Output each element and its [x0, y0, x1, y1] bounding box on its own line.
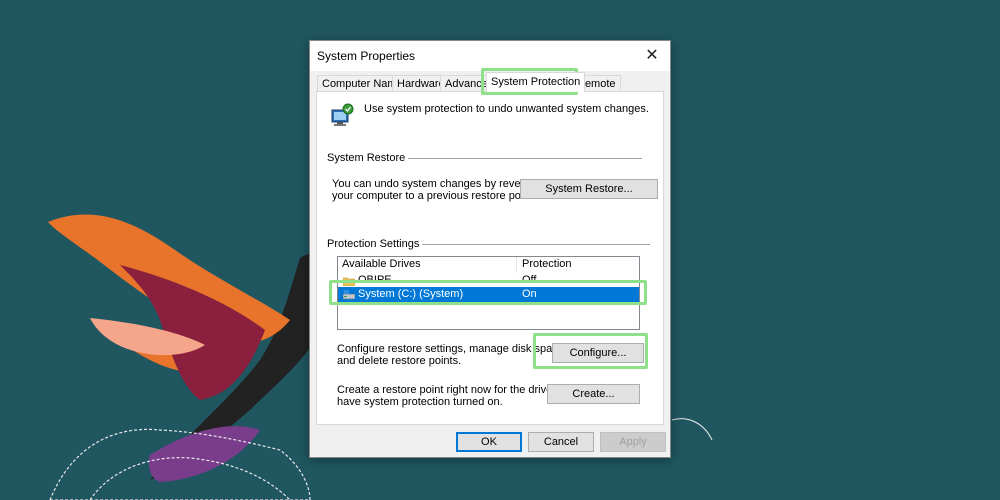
protection-settings-divider — [412, 244, 650, 245]
configure-desc-line2: and delete restore points. — [337, 355, 462, 367]
create-desc-line1: Create a restore point right now for the… — [337, 384, 580, 396]
drive-name: OBIPE — [358, 274, 392, 286]
drive-name: System (C:) (System) — [358, 288, 464, 300]
create-desc-line2: have system protection turned on. — [337, 396, 503, 408]
system-properties-dialog: System Properties ✕ Computer Name Hardwa… — [309, 40, 671, 458]
drive-row-obipe[interactable]: OBIPE Off — [338, 273, 639, 288]
configure-button[interactable]: Configure... — [552, 343, 644, 363]
column-protection[interactable]: Protection — [522, 258, 572, 270]
system-drive-icon — [343, 290, 355, 300]
configure-desc-line1: Configure restore settings, manage disk … — [337, 343, 567, 355]
drive-row-system-c[interactable]: System (C:) (System) On — [338, 287, 639, 302]
system-restore-desc-line1: You can undo system changes by reverting — [332, 178, 542, 190]
cancel-button[interactable]: Cancel — [528, 432, 594, 452]
intro-text: Use system protection to undo unwanted s… — [364, 103, 649, 115]
drive-protection: Off — [522, 274, 537, 286]
tab-label: Hardware — [397, 78, 445, 90]
system-protection-panel: Use system protection to undo unwanted s… — [316, 91, 664, 425]
title-bar[interactable]: System Properties ✕ — [310, 41, 670, 71]
window-title: System Properties — [317, 49, 416, 63]
system-protection-icon — [331, 103, 354, 126]
system-restore-button[interactable]: System Restore... — [520, 179, 658, 199]
protection-settings-group-title: Protection Settings — [327, 238, 423, 250]
tab-system-protection[interactable]: System Protection — [486, 72, 586, 92]
drives-list-header: Available Drives Protection — [338, 257, 639, 273]
column-available-drives[interactable]: Available Drives — [342, 258, 421, 270]
apply-button[interactable]: Apply — [600, 432, 666, 452]
system-restore-desc-line2: your computer to a previous restore poin… — [332, 190, 536, 202]
drives-list[interactable]: Available Drives Protection OBIPE Off Sy… — [337, 256, 640, 330]
system-restore-group-title: System Restore — [327, 152, 409, 164]
close-icon[interactable]: ✕ — [640, 44, 664, 68]
system-restore-divider — [392, 158, 642, 159]
wave-pattern-right — [671, 418, 713, 441]
create-button[interactable]: Create... — [547, 384, 640, 404]
tab-label: System Protection — [491, 76, 581, 88]
column-separator — [516, 257, 517, 273]
folder-icon — [343, 277, 355, 286]
ok-button[interactable]: OK — [456, 432, 522, 452]
tab-label: Computer Name — [322, 78, 403, 90]
drive-protection: On — [522, 288, 537, 300]
